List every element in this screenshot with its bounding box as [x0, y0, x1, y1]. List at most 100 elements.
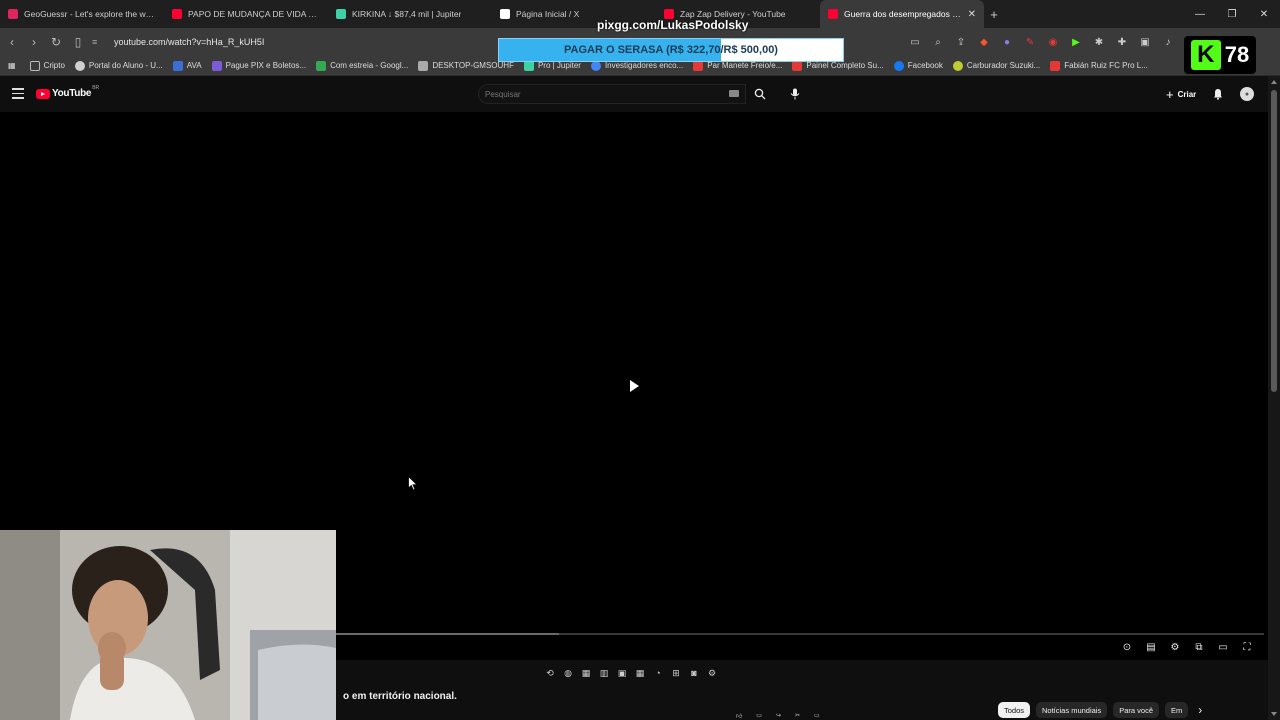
save-icon[interactable]: ▭ [814, 712, 820, 720]
mouse-cursor-icon [408, 476, 418, 491]
extension-icon[interactable]: ▶ [1069, 35, 1083, 49]
like-icon[interactable]: 👍︎ [736, 712, 742, 720]
youtube-logo[interactable]: YouTube BR [36, 84, 100, 99]
geoguessr-favicon-icon [8, 9, 18, 19]
extension-icon[interactable]: ✎ [1023, 35, 1037, 49]
plus-icon: + [1166, 86, 1174, 102]
puzzle-icon[interactable]: ✚ [1115, 35, 1129, 49]
bookmark-item[interactable]: DESKTOP-GMSOUHF [418, 60, 514, 71]
keyboard-icon[interactable] [729, 90, 739, 97]
zoom-icon[interactable]: ⌕ [931, 35, 945, 49]
share-icon[interactable]: ↪ [776, 712, 781, 720]
pix-url-overlay: pixgg.com/LukasPodolsky [597, 18, 749, 32]
bookmark-item[interactable]: Carburador Suzuki... [952, 60, 1040, 71]
bookmark-item[interactable]: Pro | Jupiter [523, 60, 581, 71]
bookmark-item[interactable]: Com estreia - Googl... [316, 60, 409, 71]
bookmark-item[interactable]: AVA [172, 60, 202, 71]
close-window-icon[interactable]: ✕ [1248, 0, 1280, 28]
new-tab-button[interactable]: + [984, 7, 1004, 22]
restore-icon[interactable]: ❐ [1216, 0, 1248, 28]
scroll-up-icon[interactable] [1271, 80, 1277, 84]
chip-more[interactable]: Em [1165, 702, 1189, 718]
add-icon[interactable]: ⊞ [670, 666, 682, 680]
theater-mode-icon[interactable]: ▭ [1216, 640, 1230, 654]
notifications-bell-icon[interactable] [1212, 88, 1224, 100]
loop-icon[interactable]: ⟲ [544, 666, 556, 680]
browser-tab[interactable]: KIRKINA ↓ $87,4 mil | Jupiter [328, 0, 492, 28]
bookmark-item[interactable]: Painel Completo Su... [792, 60, 884, 71]
bookmark-favicon-icon [952, 60, 963, 71]
create-button[interactable]: + Criar [1166, 86, 1196, 102]
minimize-icon[interactable]: — [1184, 0, 1216, 28]
chip-for-you[interactable]: Para você [1113, 702, 1159, 718]
voice-search-button[interactable] [786, 84, 804, 104]
autoplay-toggle-icon[interactable]: ⊙ [1120, 640, 1134, 654]
extension-icon[interactable]: ● [1000, 35, 1014, 49]
browser-tab[interactable]: GeoGuessr - Let's explore the world! [0, 0, 164, 28]
bookmark-icon[interactable]: ▯ [68, 32, 88, 52]
subtitles-icon[interactable]: ▤ [1144, 640, 1158, 654]
brave-shield-icon[interactable]: ◆ [977, 35, 991, 49]
video-progress-bar[interactable] [336, 633, 1264, 635]
close-tab-icon[interactable]: ✕ [964, 9, 976, 20]
progress-played [336, 633, 559, 635]
url-text: youtube.com/watch?v=hHa_R_kUH5I [114, 37, 265, 47]
bookmark-item[interactable]: Pague PIX e Boletos... [211, 60, 306, 71]
goal-text: PAGAR O SERASA (R$ 322,70/R$ 500,00) [564, 44, 778, 56]
page-scrollbar[interactable] [1268, 76, 1280, 720]
bookmark-item[interactable]: Cripto [29, 60, 65, 71]
bookmark-item[interactable]: Facebook [893, 60, 943, 71]
sidebar-icon[interactable]: ▣ [1138, 35, 1152, 49]
filter-icon[interactable]: ▦ [580, 666, 592, 680]
clip-icon[interactable]: ✂ [795, 712, 800, 720]
bookmark-favicon-icon [418, 60, 429, 71]
scrollbar-thumb[interactable] [1271, 90, 1277, 392]
speed-icon[interactable]: ◔ [652, 666, 664, 680]
bookmark-favicon-icon [523, 60, 534, 71]
screenshot-camera-icon[interactable]: ◙ [688, 666, 700, 680]
play-icon[interactable] [630, 380, 639, 392]
bookmark-label: AVA [186, 61, 202, 70]
picture-in-picture-icon[interactable]: ▣ [616, 666, 628, 680]
site-info-icon[interactable]: ≡ [92, 37, 102, 47]
fullscreen-icon[interactable]: ⛶ [1240, 640, 1254, 654]
cinema-icon[interactable]: ▥ [598, 666, 610, 680]
kick-viewer-badge: K 78 [1184, 36, 1256, 74]
settings-gear-icon[interactable]: ⚙ [1168, 640, 1182, 654]
search-button[interactable] [750, 84, 770, 104]
scroll-down-icon[interactable] [1271, 712, 1277, 716]
avatar[interactable]: ● [1240, 87, 1254, 101]
dislike-icon[interactable]: ▭ [756, 712, 762, 720]
chip-world-news[interactable]: Notícias mundiais [1036, 702, 1108, 718]
extension-icon[interactable]: ◉ [1046, 35, 1060, 49]
bookmark-item[interactable]: Par Manete Freio/e... [693, 60, 782, 71]
chevron-right-icon[interactable]: › [1198, 703, 1202, 717]
youtube-favicon-icon [828, 9, 838, 19]
browser-tab-active[interactable]: Guerra dos desempregados está ✕ [820, 0, 984, 28]
chip-all[interactable]: Todos [998, 702, 1031, 718]
cast-icon[interactable]: ▭ [908, 35, 922, 49]
audio-icon[interactable]: ◍ [562, 666, 574, 680]
miniplayer-icon[interactable]: ⧉ [1192, 640, 1206, 654]
grid-icon[interactable]: ▦ [634, 666, 646, 680]
country-code: BR [92, 84, 100, 91]
extension-icon[interactable]: ✱ [1092, 35, 1106, 49]
webcam-feed [0, 530, 336, 720]
music-icon[interactable]: ♪ [1161, 35, 1175, 49]
bookmark-item[interactable]: Portal do Aluno - U... [74, 60, 163, 71]
url-field[interactable]: ≡ youtube.com/watch?v=hHa_R_kUH5I [92, 33, 492, 51]
browser-tab[interactable]: PAPO DE MUDANÇA DE VIDA COM F [164, 0, 328, 28]
back-icon[interactable]: ‹ [2, 32, 22, 52]
apps-icon[interactable]: ▦ [8, 61, 16, 70]
settings-gear-icon[interactable]: ⚙ [706, 666, 718, 680]
search-input[interactable]: Pesquisar [478, 84, 746, 104]
reload-icon[interactable]: ↻ [46, 32, 66, 52]
kick-logo-icon: K [1190, 40, 1221, 70]
bookmark-label: Com estreia - Googl... [330, 61, 409, 70]
share-icon[interactable]: ⇪ [954, 35, 968, 49]
hamburger-menu-icon[interactable] [12, 88, 24, 100]
bookmark-label: Facebook [907, 61, 943, 70]
bookmark-item[interactable]: Investigadores enco... [590, 60, 683, 71]
forward-icon[interactable]: › [24, 32, 44, 52]
bookmark-item[interactable]: Fabián Ruiz FC Pro L... [1050, 60, 1148, 71]
